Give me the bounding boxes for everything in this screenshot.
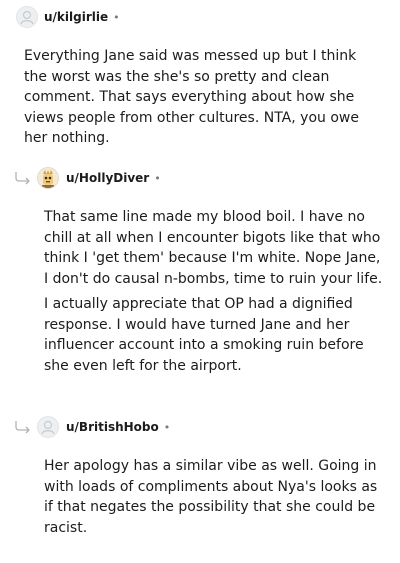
username-link[interactable]: u/BritishHobo xyxy=(66,420,159,434)
reply-thread-icon xyxy=(15,421,30,434)
custom-avatar-icon xyxy=(42,170,54,188)
username-link[interactable]: u/HollyDiver xyxy=(66,171,149,185)
comment-paragraph: I actually appreciate that OP had a dign… xyxy=(44,296,364,374)
default-avatar-icon xyxy=(20,10,34,25)
avatar[interactable] xyxy=(16,6,38,28)
comment-paragraph: That same line made my blood boil. I hav… xyxy=(44,209,383,287)
comment-header: u/HollyDiver • xyxy=(37,167,161,189)
avatar[interactable] xyxy=(37,416,59,438)
avatar[interactable] xyxy=(37,167,59,189)
separator-dot: • xyxy=(163,420,171,434)
default-avatar-icon xyxy=(41,420,55,435)
comment-body: Her apology has a similar vibe as well. … xyxy=(44,458,378,536)
separator-dot: • xyxy=(154,171,161,185)
username-link[interactable]: u/kilgirlie xyxy=(44,10,108,24)
separator-dot: • xyxy=(113,10,120,24)
comment-header: u/kilgirlie • xyxy=(16,6,120,28)
reply-thread-icon xyxy=(15,172,30,185)
comment-header: u/BritishHobo • xyxy=(37,416,170,438)
comment-body: Everything Jane said was messed up but I… xyxy=(24,48,359,146)
